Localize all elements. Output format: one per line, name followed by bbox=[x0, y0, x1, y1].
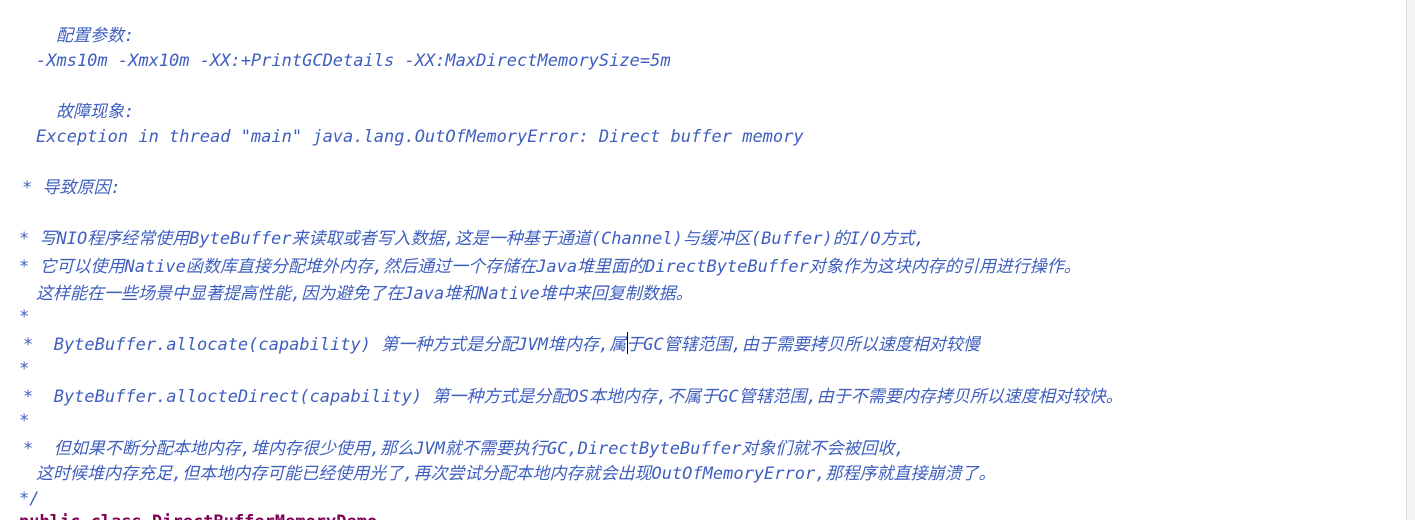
comment-line: -Xms10m -Xmx10m -XX:+PrintGCDetails -XX:… bbox=[36, 51, 671, 71]
comment-line: * 它可以使用Native函数库直接分配堆外内存,然后通过一个存储在Java堆里… bbox=[19, 257, 1081, 277]
comment-line: * ByteBuffer.allocteDirect(capability) 第… bbox=[23, 387, 1123, 407]
comment-line: * 导致原因: bbox=[22, 178, 121, 198]
comment-line: * ByteBuffer.allocate(capability) 第一种方式是… bbox=[23, 335, 980, 355]
comment-line: * bbox=[19, 411, 30, 431]
comment-line: * 但如果不断分配本地内存,堆内存很少使用,那么JVM就不需要执行GC,Dire… bbox=[23, 439, 905, 459]
comment-line: 故障现象: bbox=[56, 102, 135, 122]
comment-line: 配置参数: bbox=[56, 26, 135, 46]
comment-line: 这样能在一些场景中显著提高性能,因为避免了在Java堆和Native堆中来回复制… bbox=[36, 284, 693, 304]
comment-line: 这时候堆内存充足,但本地内存可能已经使用光了,再次尝试分配本地内存就会出现Out… bbox=[36, 464, 996, 484]
comment-line: * 写NIO程序经常使用ByteBuffer来读取或者写入数据,这是一种基于通道… bbox=[19, 229, 925, 249]
comment-line: * bbox=[19, 359, 30, 379]
comment-line: * bbox=[19, 307, 30, 327]
code-editor[interactable]: 配置参数: -Xms10m -Xmx10m -XX:+PrintGCDetail… bbox=[0, 0, 1415, 520]
vertical-scrollbar[interactable] bbox=[1406, 0, 1415, 520]
comment-line: */ bbox=[19, 489, 40, 509]
class-declaration: public class DirectBufferMemoryDemo bbox=[19, 511, 377, 520]
comment-line: Exception in thread "main" java.lang.Out… bbox=[36, 127, 804, 147]
text-caret bbox=[627, 332, 628, 354]
